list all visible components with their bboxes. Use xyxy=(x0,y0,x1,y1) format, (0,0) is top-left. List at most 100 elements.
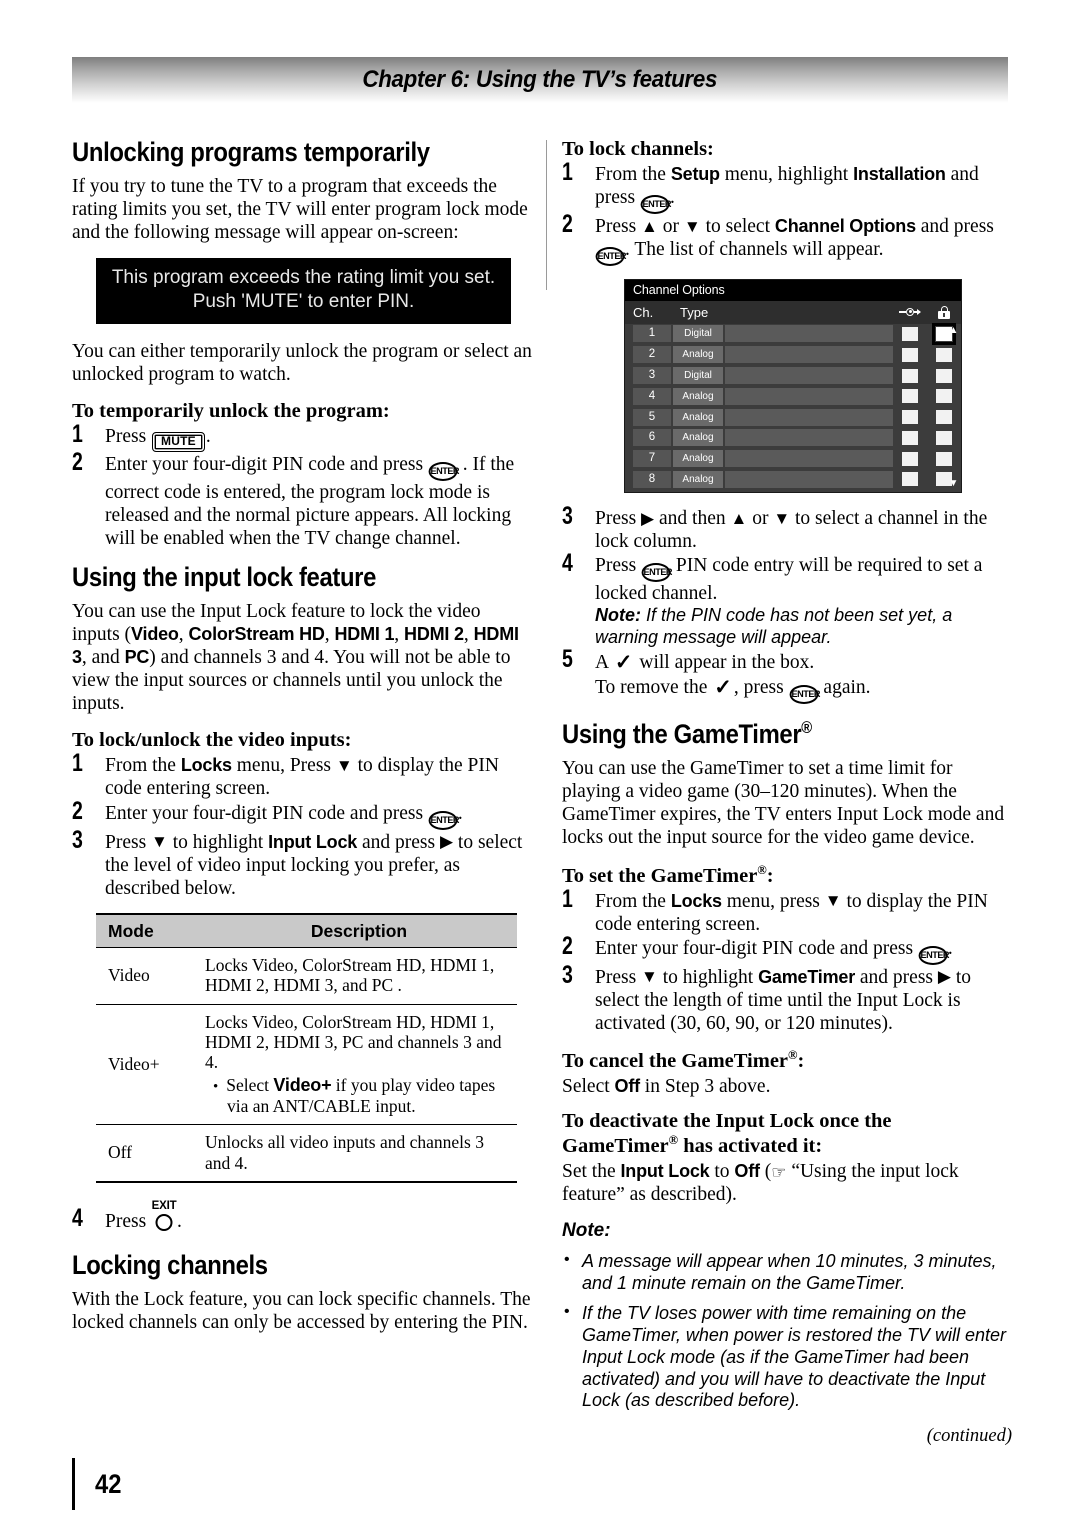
step-item: 3 Press ▶ and then ▲ or ▼ to select a ch… xyxy=(562,502,1012,553)
enter-key-icon: ENTER xyxy=(918,945,949,965)
bullet-text-pre: Select xyxy=(226,1074,270,1095)
step-text-b: menu, press xyxy=(726,890,820,912)
osd-cell-type: Analog xyxy=(673,450,723,468)
step-number: 2 xyxy=(72,447,83,476)
footer-rule xyxy=(72,1458,75,1510)
osd-cell-type: Analog xyxy=(673,387,723,405)
menu-name-setup: Setup xyxy=(670,163,720,184)
menu-item-input-lock: Input Lock xyxy=(268,831,358,852)
paragraph-locking-channels: With the Lock feature, you can lock spec… xyxy=(72,1289,531,1334)
osd-row[interactable]: 5 Analog xyxy=(625,407,961,427)
osd-row[interactable]: 6 Analog xyxy=(625,428,961,448)
heading-deactivate-input-lock: To deactivate the Input Lock once the Ga… xyxy=(562,1110,1012,1158)
arrow-down-icon: ▼ xyxy=(641,967,658,987)
registered-trademark-icon: ® xyxy=(757,863,767,877)
step-item: 3 Press ▼ to highlight Input Lock and pr… xyxy=(72,825,532,900)
mode-description-table: Mode Description Video Locks Video, Colo… xyxy=(96,912,517,1183)
osd-skip-checkbox[interactable] xyxy=(893,430,927,445)
menu-item-channel-options: Channel Options xyxy=(774,216,916,237)
osd-row[interactable]: 8 Analog xyxy=(625,470,961,490)
step-text-c: and press xyxy=(361,831,436,853)
heading-locking-channels: Locking channels xyxy=(72,1250,268,1280)
step-item: 4 Press EXIT . xyxy=(72,1200,532,1233)
arrow-right-icon: ▶ xyxy=(439,832,454,852)
osd-cell-name xyxy=(725,367,893,384)
osd-cell-type: Digital xyxy=(673,367,723,384)
osd-cell-channel: 1 xyxy=(633,325,671,343)
osd-skip-checkbox[interactable] xyxy=(893,368,927,383)
osd-cell-type: Digital xyxy=(673,325,723,343)
note-text: If the PIN code has not been set yet, a … xyxy=(595,605,953,648)
scroll-down-icon[interactable]: ▼ xyxy=(949,479,959,489)
paragraph-cancel-gametimer: Select Off in Step 3 above. xyxy=(562,1075,1012,1098)
step-text-c: and press xyxy=(859,966,933,988)
cell-mode: Video+ xyxy=(96,1004,201,1126)
step-number: 1 xyxy=(562,884,573,913)
osd-row[interactable]: 2 Analog xyxy=(625,345,961,365)
step-item: 4 Press ENTER PIN code entry will be req… xyxy=(562,549,1012,648)
step-text-b: menu, Press xyxy=(236,755,331,777)
step-number: 2 xyxy=(562,210,573,239)
input-name-hdmi2: HDMI 2 xyxy=(404,624,464,645)
scroll-up-icon[interactable]: ▲ xyxy=(949,326,959,336)
step-text-a: Press xyxy=(595,216,637,238)
step-text-d: and press xyxy=(920,216,994,238)
step-item: 2 Press ▲ or ▼ to select Channel Options… xyxy=(562,210,1012,267)
step-text-d: , press xyxy=(733,676,784,698)
step-item: 2 Enter your four-digit PIN code and pre… xyxy=(72,798,532,830)
step-number: 3 xyxy=(562,502,573,531)
step-text-b: . xyxy=(177,1210,182,1232)
mode-name-videoplus: Video+ xyxy=(273,1074,332,1095)
osd-row[interactable]: 4 Analog xyxy=(625,386,961,406)
step-text-a: From the xyxy=(595,163,666,185)
osd-row[interactable]: 3 Digital xyxy=(625,366,961,386)
option-off: Off xyxy=(614,1076,641,1097)
enter-key-icon: ENTER xyxy=(789,684,820,704)
arrow-down-icon: ▼ xyxy=(151,832,168,852)
osd-skip-checkbox[interactable] xyxy=(893,347,927,362)
page-number: 42 xyxy=(94,1468,122,1499)
osd-cell-name xyxy=(725,346,893,364)
osd-row[interactable]: 1 Digital xyxy=(625,322,961,345)
paragraph-unlocking-intro: If you try to tune the TV to a program t… xyxy=(72,176,528,244)
step-text-a: From the xyxy=(595,890,666,912)
osd-message-line-2: Push 'MUTE' to enter PIN. xyxy=(192,291,415,313)
heading-deactivate-line2: has activated it: xyxy=(683,1134,823,1157)
step-number: 4 xyxy=(562,549,573,578)
step-number: 3 xyxy=(72,825,83,854)
heading-set-gametimer: To set the GameTimer®: xyxy=(562,863,774,887)
step-number: 1 xyxy=(72,420,83,449)
checkmark-icon: ✓ xyxy=(614,649,633,674)
page-footer: 42 xyxy=(72,1458,125,1510)
step-item: 1 Press MUTE. xyxy=(72,420,532,452)
note-block-label: Note: xyxy=(562,1220,1012,1243)
osd-skip-checkbox[interactable] xyxy=(893,410,927,425)
osd-cell-name xyxy=(725,408,893,426)
cell-description-bullet: Select Video+ if you play video tapes vi… xyxy=(205,1075,509,1117)
osd-scrollbar[interactable]: ▲ ▼ xyxy=(948,326,959,489)
paragraph-gametimer: You can use the GameTimer to set a time … xyxy=(562,757,1005,848)
osd-skip-checkbox[interactable] xyxy=(893,326,927,341)
heading-deactivate-gametimer: GameTimer xyxy=(562,1134,669,1157)
osd-skip-checkbox[interactable] xyxy=(893,389,927,404)
note-bullet-list: A message will appear when 10 minutes, 3… xyxy=(562,1250,1012,1412)
osd-row[interactable]: 7 Analog xyxy=(625,449,961,469)
osd-panel-title: Channel Options xyxy=(625,280,961,302)
osd-skip-checkbox[interactable] xyxy=(893,451,927,466)
steps-temporarily-unlock: 1 Press MUTE. 2 Enter your four-digit PI… xyxy=(72,420,532,550)
table-row: Video Locks Video, ColorStream HD, HDMI … xyxy=(96,947,517,1005)
input-name-hdmi1: HDMI 1 xyxy=(334,624,395,645)
exit-key-circle xyxy=(155,1213,173,1231)
step-text-c: or xyxy=(752,508,769,530)
note-label: Note: xyxy=(562,1220,611,1242)
heading-set-gametimer-text: To set the GameTimer xyxy=(562,864,758,887)
step-item: 2 Enter your four-digit PIN code and pre… xyxy=(562,933,1012,965)
cancel-text-b: in Step 3 above. xyxy=(644,1076,771,1098)
steps-exit: 4 Press EXIT . xyxy=(72,1200,532,1233)
step-text-b: to highlight xyxy=(662,966,754,988)
osd-skip-checkbox[interactable] xyxy=(893,472,927,487)
osd-column-header-type: Type xyxy=(680,305,709,321)
arrow-up-icon: ▲ xyxy=(641,216,658,236)
step-text-c: to select xyxy=(705,216,771,238)
cell-description: Locks Video, ColorStream HD, HDMI 1, HDM… xyxy=(201,947,517,1005)
